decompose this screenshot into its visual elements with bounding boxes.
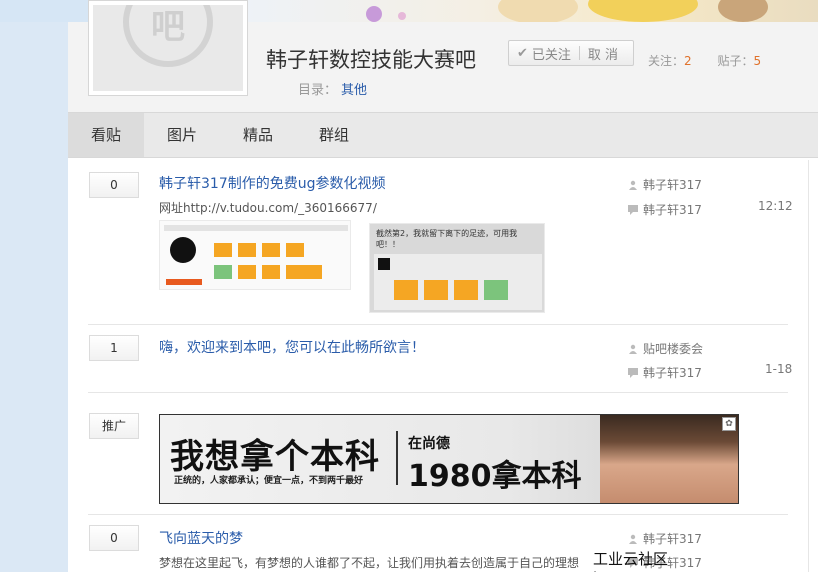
thread-thumbnail[interactable]: 截然第2，我就留下离下的足迹，可用我吧！！ bbox=[369, 223, 545, 313]
paw-icon[interactable]: ✿ bbox=[722, 417, 736, 431]
thread-excerpt: 网址http://v.tudou.com/_360166677/ bbox=[159, 201, 377, 215]
forum-catalog: 目录： 其他 bbox=[298, 79, 367, 98]
follow-button[interactable]: ✔ 已关注 取 消 bbox=[508, 40, 634, 66]
tab-view-posts[interactable]: 看贴 bbox=[68, 113, 144, 157]
chat-icon bbox=[628, 368, 638, 378]
chat-icon bbox=[628, 205, 638, 215]
forum-title[interactable]: 韩子轩数控技能大赛吧 bbox=[266, 44, 476, 74]
reply-count: 0 bbox=[89, 525, 139, 551]
reply-count: 0 bbox=[89, 172, 139, 198]
thread-last-reply-name: 韩子轩317 bbox=[643, 366, 702, 380]
post-count-label: 贴子： bbox=[717, 54, 754, 68]
thread-title[interactable]: 嗨，欢迎来到本吧，您可以在此畅所欲言！ bbox=[159, 337, 425, 357]
thread-author[interactable]: 贴吧楼委会 bbox=[628, 340, 703, 357]
promo-brand: 在尚德 bbox=[408, 436, 450, 452]
thread-last-reply[interactable]: 韩子轩317 bbox=[628, 364, 702, 381]
catalog-label: 目录： bbox=[298, 83, 338, 98]
forum-avatar-glyph: 吧 bbox=[151, 7, 185, 47]
forum-main: 吧 韩子轩数控技能大赛吧 ✔ 已关注 取 消 关注：2 贴子：5 目录： 其他 看… bbox=[68, 0, 818, 572]
right-panel-edge bbox=[808, 160, 818, 572]
promo-tag: 推广 bbox=[89, 413, 139, 439]
post-count: 5 bbox=[753, 54, 762, 68]
promo-headline: 我想拿个本科 bbox=[170, 437, 380, 477]
thread-time: 12:12 bbox=[758, 199, 793, 213]
banner-illustration bbox=[248, 0, 818, 24]
thumbnail-caption: 截然第2，我就留下离下的足迹，可用我吧！！ bbox=[376, 229, 518, 249]
thread-author-name: 韩子轩317 bbox=[643, 178, 702, 192]
thread-author-name: 贴吧楼委会 bbox=[643, 342, 704, 356]
site-watermark: 工业云社区 http://top.caxa.com/ bbox=[593, 550, 746, 572]
tab-images[interactable]: 图片 bbox=[144, 113, 220, 157]
thread-divider bbox=[88, 324, 788, 325]
thread-divider bbox=[88, 392, 788, 393]
unfollow-button[interactable]: 取 消 bbox=[588, 44, 618, 63]
thread-author[interactable]: 韩子轩317 bbox=[628, 530, 702, 547]
tab-featured[interactable]: 精品 bbox=[220, 113, 296, 157]
thread-author[interactable]: 韩子轩317 bbox=[628, 176, 702, 193]
reply-count: 1 bbox=[89, 335, 139, 361]
forum-avatar[interactable]: 吧 bbox=[88, 0, 248, 96]
user-icon bbox=[629, 344, 637, 354]
thread-author-name: 韩子轩317 bbox=[643, 532, 702, 546]
thread-title[interactable]: 韩子轩317制作的免费ug参数化视频 bbox=[159, 173, 385, 193]
follow-count-label: 关注： bbox=[648, 54, 685, 68]
thread-title[interactable]: 飞向蓝天的梦 bbox=[159, 528, 243, 548]
user-icon bbox=[629, 534, 637, 544]
catalog-link[interactable]: 其他 bbox=[341, 83, 367, 98]
check-icon: ✔ bbox=[517, 45, 528, 61]
forum-tabs: 看贴 图片 精品 群组 bbox=[68, 112, 818, 158]
thread-time: 1-18 bbox=[765, 362, 793, 376]
promo-subline: 正统的，人家都承认；便宜一点，不到两千最好 bbox=[174, 476, 364, 486]
user-icon bbox=[629, 180, 637, 190]
promo-offer: 1980拿本科 bbox=[408, 459, 582, 494]
thread-last-reply-name: 韩子轩317 bbox=[643, 203, 702, 217]
followed-label: 已关注 bbox=[531, 47, 571, 63]
follow-count: 2 bbox=[684, 54, 692, 68]
promo-banner[interactable]: 我想拿个本科 正统的，人家都承认；便宜一点，不到两千最好 在尚德 1980拿本科… bbox=[159, 414, 739, 504]
thread-excerpt: 梦想在这里起飞，有梦想的人谁都了不起，让我们用执着去创造属于自己的理想 bbox=[159, 556, 580, 570]
tab-groups[interactable]: 群组 bbox=[296, 113, 372, 157]
forum-header: 吧 韩子轩数控技能大赛吧 ✔ 已关注 取 消 关注：2 贴子：5 目录： 其他 bbox=[68, 0, 818, 112]
thread-last-reply[interactable]: 韩子轩317 bbox=[628, 201, 702, 218]
forum-stats: 关注：2 贴子：5 bbox=[648, 52, 783, 69]
thread-thumbnail[interactable] bbox=[159, 220, 351, 290]
thread-divider bbox=[88, 514, 788, 515]
promo-photo bbox=[600, 415, 738, 503]
